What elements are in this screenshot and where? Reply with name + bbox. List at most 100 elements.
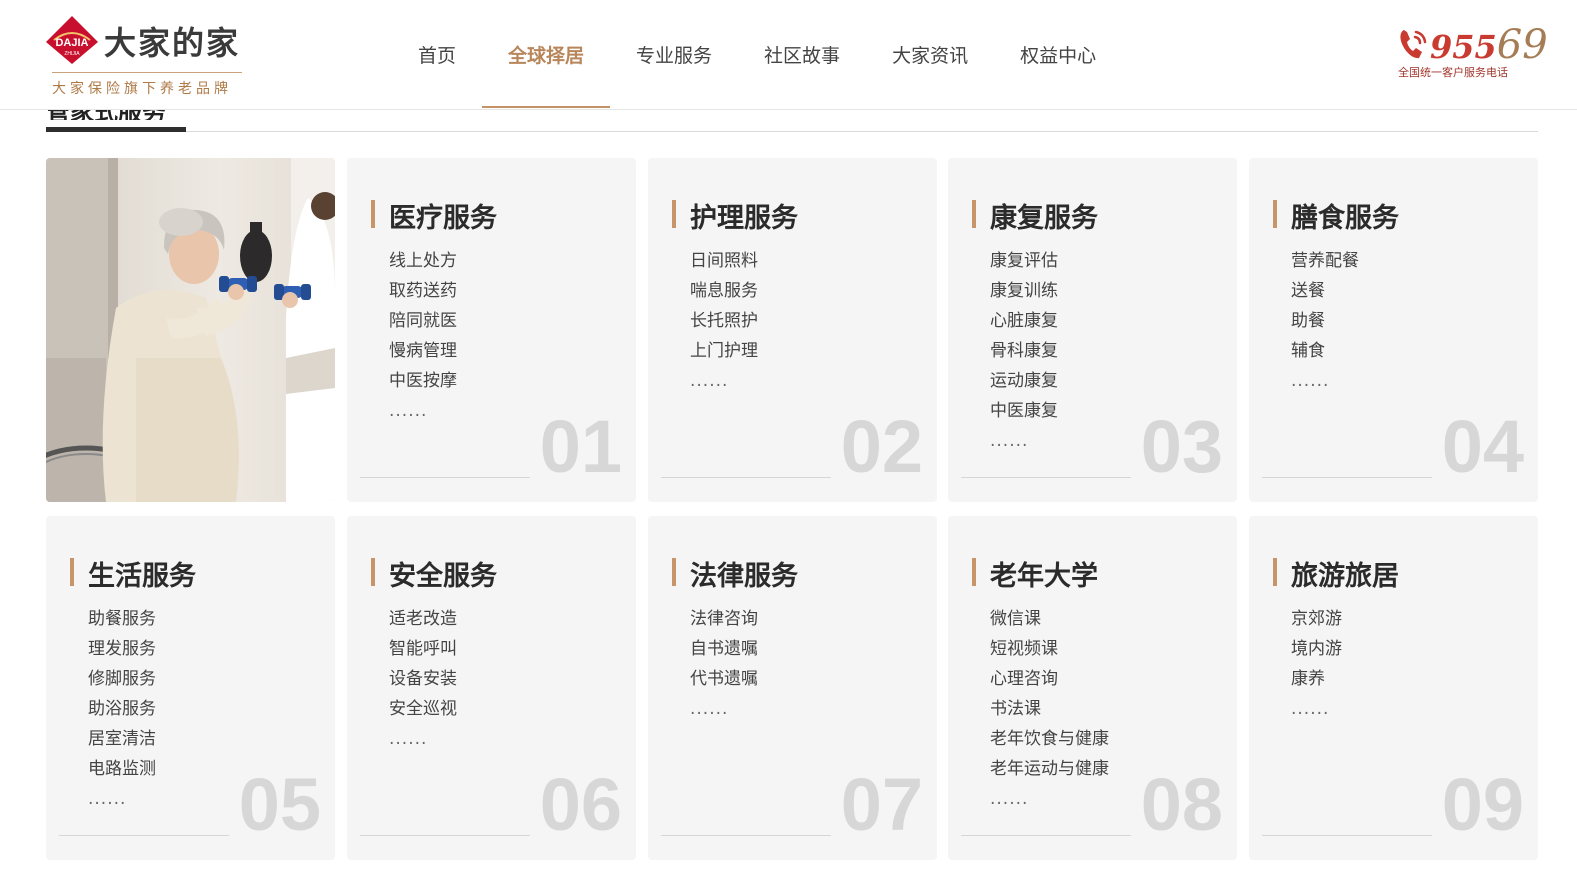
service-item[interactable]: 电路监测 bbox=[88, 754, 156, 784]
service-card-title: 旅游旅居 bbox=[1273, 554, 1399, 593]
service-card-title: 医疗服务 bbox=[371, 196, 497, 235]
service-card-list: 营养配餐 送餐 助餐 辅食...... bbox=[1291, 246, 1359, 396]
service-card-list: 适老改造 智能呼叫 设备安装 安全巡视...... bbox=[389, 604, 457, 754]
service-more[interactable]: ...... bbox=[1291, 366, 1359, 396]
brand-mark-subtext: ZHIJIA bbox=[64, 51, 80, 57]
service-item[interactable]: 线上处方 bbox=[389, 246, 457, 276]
service-card[interactable]: 护理服务 日间照料 喘息服务 长托照护 上门护理...... 02 bbox=[648, 158, 937, 502]
service-more[interactable]: ...... bbox=[990, 784, 1109, 814]
service-item[interactable]: 老年饮食与健康 bbox=[990, 724, 1109, 754]
service-card-number: 02 bbox=[840, 405, 923, 488]
brand-logo[interactable]: DAJIA ZHIJIA 大家的家 大家保险旗下养老品牌 bbox=[46, 14, 246, 98]
service-item[interactable]: 喘息服务 bbox=[690, 276, 758, 306]
hotline-number-tail: 69 bbox=[1496, 22, 1548, 68]
service-card[interactable]: 旅游旅居 京郊游 境内游 康养...... 09 bbox=[1249, 516, 1538, 860]
service-card-list: 康复评估 康复训练 心脏康复 骨科康复 运动康复 中医康复...... bbox=[990, 246, 1058, 456]
service-more[interactable]: ...... bbox=[690, 694, 758, 724]
service-item[interactable]: 慢病管理 bbox=[389, 336, 457, 366]
nav-item-3[interactable]: 专业服务 bbox=[610, 0, 738, 108]
service-item[interactable]: 日间照料 bbox=[690, 246, 758, 276]
service-more[interactable]: ...... bbox=[389, 724, 457, 754]
service-item[interactable]: 修脚服务 bbox=[88, 664, 156, 694]
service-item[interactable]: 康复训练 bbox=[990, 276, 1058, 306]
service-card[interactable]: 生活服务 助餐服务 理发服务 修脚服务 助浴服务 居室清洁 电路监测...... 05 bbox=[46, 516, 335, 860]
service-more[interactable]: ...... bbox=[389, 396, 457, 426]
service-item[interactable]: 康复评估 bbox=[990, 246, 1058, 276]
service-item[interactable]: 骨科康复 bbox=[990, 336, 1058, 366]
service-card-list: 助餐服务 理发服务 修脚服务 助浴服务 居室清洁 电路监测...... bbox=[88, 604, 156, 814]
service-item[interactable]: 自书遗嘱 bbox=[690, 634, 758, 664]
service-item[interactable]: 适老改造 bbox=[389, 604, 457, 634]
service-card-title: 康复服务 bbox=[972, 196, 1098, 235]
service-card-number: 05 bbox=[238, 763, 321, 846]
section-accent-bar bbox=[46, 127, 186, 132]
service-item[interactable]: 京郊游 bbox=[1291, 604, 1342, 634]
nav-item-1[interactable]: 首页 bbox=[392, 0, 482, 108]
brand-mark-text: DAJIA bbox=[55, 37, 88, 49]
service-item[interactable]: 中医康复 bbox=[990, 396, 1058, 426]
service-card-number: 03 bbox=[1140, 405, 1223, 488]
service-card-number: 06 bbox=[539, 763, 622, 846]
service-card-number: 07 bbox=[840, 763, 923, 846]
service-item[interactable]: 助餐服务 bbox=[88, 604, 156, 634]
service-item[interactable]: 营养配餐 bbox=[1291, 246, 1359, 276]
nav-item-2[interactable]: 全球择居 bbox=[482, 0, 611, 108]
service-card-number: 08 bbox=[1140, 763, 1223, 846]
service-item[interactable]: 理发服务 bbox=[88, 634, 156, 664]
hotline[interactable]: 95569 全国统一客户服务电话 bbox=[1396, 22, 1548, 84]
service-card-title: 膳食服务 bbox=[1273, 196, 1399, 235]
nav-item-4[interactable]: 社区故事 bbox=[738, 0, 866, 108]
service-item[interactable]: 微信课 bbox=[990, 604, 1109, 634]
service-item[interactable]: 运动康复 bbox=[990, 366, 1058, 396]
service-card-list: 法律咨询 自书遗嘱 代书遗嘱...... bbox=[690, 604, 758, 724]
brand-name: 大家的家 bbox=[104, 24, 241, 62]
service-item[interactable]: 居室清洁 bbox=[88, 724, 156, 754]
service-item[interactable]: 上门护理 bbox=[690, 336, 758, 366]
service-card[interactable]: 法律服务法律咨询 自书遗嘱 代书遗嘱...... 07 bbox=[648, 516, 937, 860]
service-card[interactable]: 康复服务康复评估 康复训练 心脏康复 骨科康复 运动康复 中医康复...... 03 bbox=[948, 158, 1237, 502]
service-card-title: 法律服务 bbox=[672, 554, 798, 593]
service-card[interactable]: 安全服务适老改造 智能呼叫 设备安装 安全巡视...... 06 bbox=[347, 516, 636, 860]
service-item[interactable]: 书法课 bbox=[990, 694, 1109, 724]
service-item[interactable]: 设备安装 bbox=[389, 664, 457, 694]
service-card[interactable]: 膳食服务 营养配餐 送餐 助餐 辅食...... 04 bbox=[1249, 158, 1538, 502]
service-item[interactable]: 心脏康复 bbox=[990, 306, 1058, 336]
service-item[interactable]: 取药送药 bbox=[389, 276, 457, 306]
service-item[interactable]: 送餐 bbox=[1291, 276, 1359, 306]
service-item[interactable]: 智能呼叫 bbox=[389, 634, 457, 664]
service-item[interactable]: 中医按摩 bbox=[389, 366, 457, 396]
service-item[interactable]: 心理咨询 bbox=[990, 664, 1109, 694]
service-item[interactable]: 代书遗嘱 bbox=[690, 664, 758, 694]
service-item[interactable]: 康养 bbox=[1291, 664, 1342, 694]
hotline-label: 全国统一客户服务电话 bbox=[1398, 66, 1508, 79]
service-card-divider bbox=[1262, 477, 1432, 478]
brand-divider bbox=[52, 72, 242, 73]
phone-icon bbox=[1400, 30, 1427, 59]
service-item[interactable]: 法律咨询 bbox=[690, 604, 758, 634]
service-card-divider bbox=[59, 835, 229, 836]
service-item[interactable]: 短视频课 bbox=[990, 634, 1109, 664]
service-grid: 医疗服务 线上处方 取药送药 陪同就医 慢病管理 中医按摩...... 01 护理服务 日间照料… bbox=[46, 158, 1538, 860]
service-item[interactable]: 助餐 bbox=[1291, 306, 1359, 336]
service-item[interactable]: 境内游 bbox=[1291, 634, 1342, 664]
service-item[interactable]: 助浴服务 bbox=[88, 694, 156, 724]
elderly-woman-exercise-photo bbox=[46, 158, 335, 502]
service-card[interactable]: 老年大学 微信课 短视频课 心理咨询 书法课 老年饮食与健康 老年运动与健康...... 08 bbox=[948, 516, 1237, 860]
service-card-list: 线上处方 取药送药 陪同就医 慢病管理 中医按摩...... bbox=[389, 246, 457, 426]
service-card-title: 安全服务 bbox=[371, 554, 497, 593]
service-card-divider bbox=[661, 477, 831, 478]
service-more[interactable]: ...... bbox=[990, 426, 1058, 456]
service-more[interactable]: ...... bbox=[690, 366, 758, 396]
service-more[interactable]: ...... bbox=[88, 784, 156, 814]
service-item[interactable]: 辅食 bbox=[1291, 336, 1359, 366]
service-card-divider bbox=[360, 835, 530, 836]
service-more[interactable]: ...... bbox=[1291, 694, 1342, 724]
service-item[interactable]: 长托照护 bbox=[690, 306, 758, 336]
service-card[interactable]: 医疗服务 线上处方 取药送药 陪同就医 慢病管理 中医按摩...... 01 bbox=[347, 158, 636, 502]
section-divider bbox=[46, 131, 1538, 132]
nav-item-6[interactable]: 权益中心 bbox=[994, 0, 1122, 108]
nav-item-5[interactable]: 大家资讯 bbox=[866, 0, 994, 108]
service-item[interactable]: 陪同就医 bbox=[389, 306, 457, 336]
service-item[interactable]: 安全巡视 bbox=[389, 694, 457, 724]
service-item[interactable]: 老年运动与健康 bbox=[990, 754, 1109, 784]
